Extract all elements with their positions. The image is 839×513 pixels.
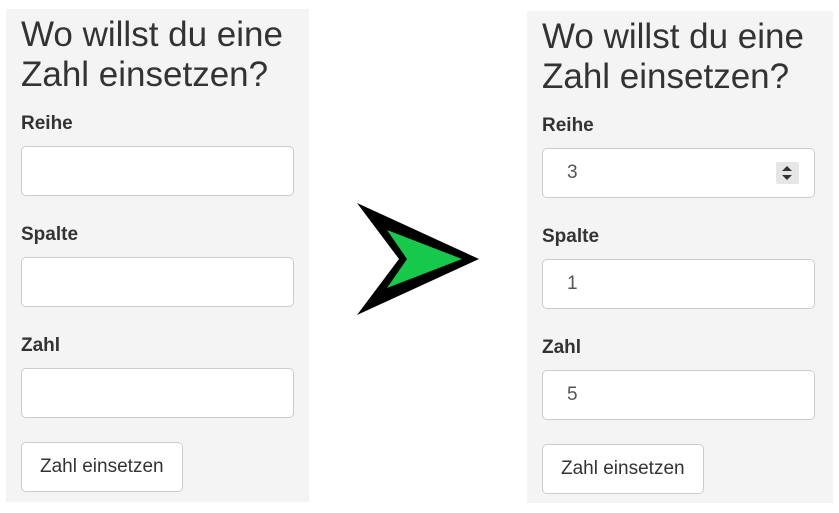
arrow-right-icon <box>357 203 479 315</box>
column-label: Spalte <box>542 226 600 247</box>
number-input[interactable] <box>21 368 294 418</box>
chevron-down-icon[interactable] <box>782 175 792 180</box>
form-heading: Wo willst du eine Zahl einsetzen? <box>21 15 283 94</box>
row-label: Reihe <box>542 115 594 136</box>
number-label: Zahl <box>542 337 582 358</box>
column-label: Spalte <box>21 224 79 245</box>
form-panel-after: Wo willst du eine Zahl einsetzen? Reihe … <box>527 11 833 503</box>
form-heading: Wo willst du eine Zahl einsetzen? <box>542 17 804 96</box>
row-input[interactable] <box>21 146 294 196</box>
row-input[interactable] <box>542 148 815 198</box>
row-label: Reihe <box>21 113 73 134</box>
row-field-wrapper <box>527 148 833 198</box>
column-input[interactable] <box>21 257 294 307</box>
form-panel-before: Wo willst du eine Zahl einsetzen? Reihe … <box>6 9 309 502</box>
column-input[interactable] <box>542 259 815 309</box>
row-stepper[interactable] <box>776 162 799 184</box>
insert-number-button[interactable]: Zahl einsetzen <box>21 442 183 492</box>
chevron-up-icon[interactable] <box>782 166 792 171</box>
number-label: Zahl <box>21 335 61 356</box>
insert-number-button[interactable]: Zahl einsetzen <box>542 444 704 494</box>
number-input[interactable] <box>542 370 815 420</box>
